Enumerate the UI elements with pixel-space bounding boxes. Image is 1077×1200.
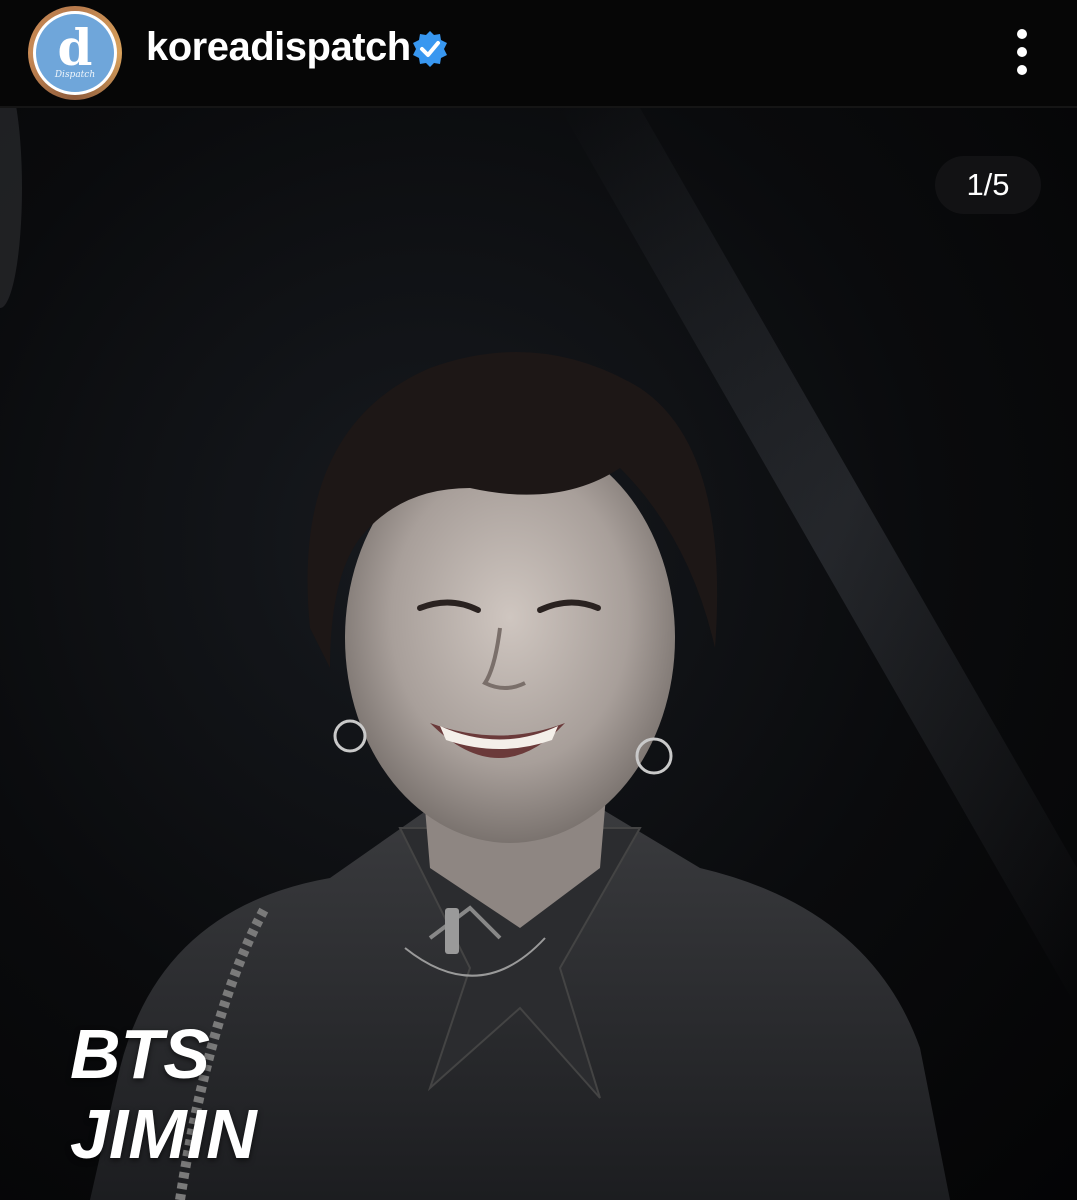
post-photo[interactable]: 1/5 BTS JIMIN (0, 108, 1077, 1200)
username[interactable]: koreadispatch (146, 22, 411, 72)
caption-line-name: JIMIN (70, 1095, 257, 1173)
caption-line-group: BTS (70, 1015, 210, 1093)
logo-subtext: Dispatch (54, 70, 96, 80)
carousel-counter: 1/5 (935, 156, 1041, 214)
logo-letter: d (57, 18, 93, 77)
dispatch-logo: d Dispatch (33, 11, 117, 95)
more-vertical-icon[interactable] (1004, 24, 1040, 80)
avatar[interactable]: d Dispatch (28, 6, 122, 100)
photo-caption: BTS JIMIN (70, 1014, 257, 1174)
verified-badge-icon (413, 31, 447, 67)
post-header: d Dispatch koreadispatch (0, 0, 1077, 108)
